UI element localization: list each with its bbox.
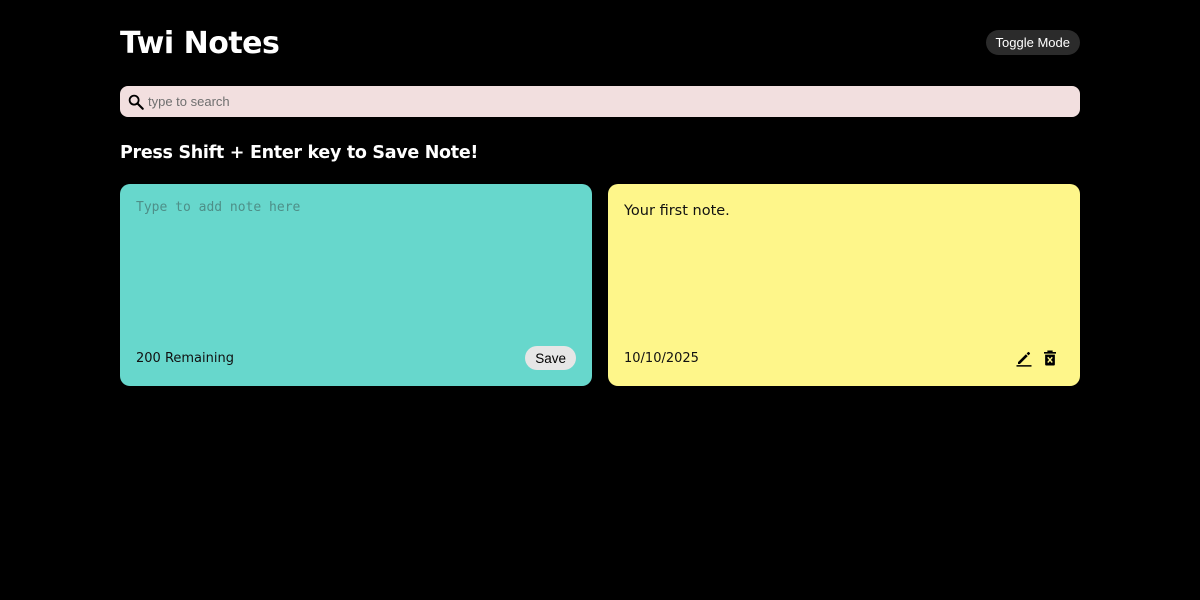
note-footer: 10/10/2025: [624, 346, 1064, 370]
new-note-textarea[interactable]: [136, 200, 576, 330]
notes-grid: 200 Remaining Save Your first note. 10/1…: [120, 184, 1080, 386]
note-date: 10/10/2025: [624, 350, 699, 366]
note-text: Your first note.: [624, 203, 730, 219]
toggle-mode-button[interactable]: Toggle Mode: [985, 30, 1080, 55]
search-input[interactable]: [146, 86, 1080, 117]
save-hint: Press Shift + Enter key to Save Note!: [120, 143, 479, 163]
app-title: Twi Notes: [120, 26, 280, 61]
search-icon: [126, 92, 146, 112]
save-button[interactable]: Save: [525, 346, 576, 370]
delete-icon[interactable]: [1040, 348, 1060, 368]
new-note-card: 200 Remaining Save: [120, 184, 592, 386]
new-note-footer: 200 Remaining Save: [136, 346, 576, 370]
remaining-count: 200 Remaining: [136, 350, 234, 366]
search-bar: [120, 86, 1080, 117]
note-actions: [1014, 348, 1060, 368]
edit-icon[interactable]: [1014, 348, 1034, 368]
note-card: Your first note. 10/10/2025: [608, 184, 1080, 386]
header: Twi Notes Toggle Mode: [120, 24, 1080, 66]
